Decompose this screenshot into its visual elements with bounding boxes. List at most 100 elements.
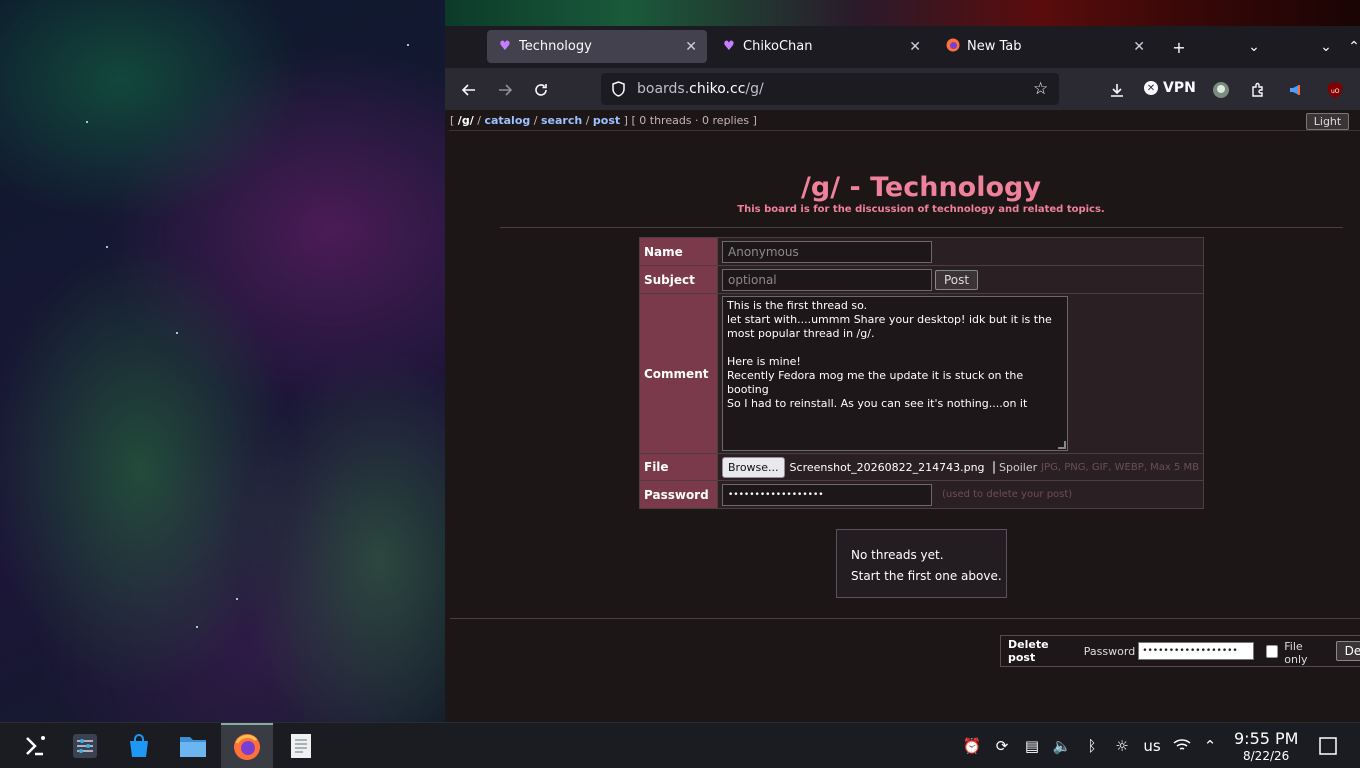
- show-desktop-icon[interactable]: [1318, 737, 1338, 759]
- extensions-button[interactable]: [1244, 76, 1272, 104]
- password-row: Password •••••••••••••••••• (used to del…: [640, 481, 1203, 508]
- download-icon: [1111, 84, 1123, 97]
- post-link[interactable]: post: [593, 114, 620, 127]
- clock-date[interactable]: 8/22/26: [1243, 749, 1289, 763]
- system-settings-app[interactable]: [59, 723, 111, 768]
- tab-technology[interactable]: ♥ Technology ✕: [487, 30, 707, 63]
- board-stats: [ 0 threads · 0 replies ]: [631, 114, 757, 127]
- close-icon[interactable]: ✕: [1133, 39, 1145, 55]
- ublock-shield-icon: uO: [1328, 82, 1342, 98]
- svg-text:uO: uO: [1331, 88, 1340, 95]
- close-icon[interactable]: ✕: [909, 39, 921, 55]
- divider: [449, 130, 1360, 131]
- settings-sliders-icon: [73, 734, 97, 758]
- file-label: File: [640, 454, 718, 480]
- discover-app[interactable]: [113, 723, 165, 768]
- file-hint: JPG, PNG, GIF, WEBP, Max 5 MB: [1041, 461, 1199, 473]
- theme-toggle-button[interactable]: Light: [1306, 113, 1349, 130]
- firefox-app[interactable]: [221, 723, 273, 768]
- alarm-icon[interactable]: ⏰: [962, 737, 982, 755]
- clipboard-icon[interactable]: ▤: [1022, 737, 1042, 755]
- back-button[interactable]: [455, 76, 483, 104]
- heart-icon: ♥: [499, 39, 511, 54]
- file-only-label: File only: [1284, 640, 1308, 666]
- password-input[interactable]: ••••••••••••••••••: [722, 483, 932, 506]
- close-icon[interactable]: ✕: [685, 39, 697, 55]
- new-tab-button[interactable]: +: [1166, 34, 1192, 60]
- catalog-link[interactable]: catalog: [484, 114, 530, 127]
- puzzle-icon: [1252, 82, 1263, 97]
- back-arrow-icon: [461, 84, 475, 96]
- empty-threads-line-1: No threads yet.: [851, 548, 944, 562]
- browse-button[interactable]: Browse...: [722, 456, 785, 478]
- ublock-origin-button[interactable]: uO: [1321, 76, 1349, 104]
- page-content: [ /g/ / catalog / search / post ] [ 0 th…: [445, 110, 1360, 722]
- delete-button[interactable]: Dele: [1335, 641, 1360, 661]
- wallpaper-top-strip: [445, 0, 1360, 26]
- name-label: Name: [640, 238, 718, 265]
- bookmark-star-icon[interactable]: ☆: [1033, 79, 1048, 99]
- downloads-button[interactable]: [1103, 76, 1131, 104]
- reload-button[interactable]: [527, 76, 555, 104]
- delete-password-input[interactable]: ••••••••••••••••••: [1138, 642, 1254, 660]
- wallpaper-star: [196, 626, 198, 628]
- tab-new-tab[interactable]: New Tab ✕: [935, 30, 1155, 63]
- wallpaper-star: [106, 246, 108, 248]
- current-board-link[interactable]: /g/: [458, 114, 474, 127]
- shopping-bag-icon: [130, 734, 148, 757]
- spoiler-checkbox[interactable]: [992, 460, 996, 474]
- show-hidden-icons-chevron[interactable]: ⌃: [1200, 737, 1220, 755]
- wallpaper-star: [176, 332, 178, 334]
- reload-icon: [535, 84, 547, 96]
- megaphone-icon: [1290, 85, 1300, 95]
- selected-file-name: Screenshot_20260822_214743.png: [789, 460, 985, 474]
- application-launcher[interactable]: [9, 723, 61, 768]
- tab-title: ChikoChan: [743, 39, 813, 54]
- comment-textarea[interactable]: This is the first thread so. let start w…: [722, 296, 1068, 451]
- bluetooth-icon[interactable]: ᛒ: [1082, 737, 1102, 755]
- spoiler-label: Spoiler: [999, 460, 1038, 474]
- file-only-checkbox[interactable]: [1265, 644, 1279, 658]
- firefox-icon: [945, 38, 961, 56]
- folder-icon: [180, 737, 206, 757]
- updates-icon[interactable]: ⟳: [992, 737, 1012, 755]
- comment-label: Comment: [640, 294, 718, 453]
- shield-icon[interactable]: [611, 81, 626, 100]
- url-text[interactable]: boards.chiko.cc/g/: [637, 81, 764, 97]
- wallpaper-star: [407, 44, 409, 46]
- minimize-button[interactable]: ⌄: [1313, 34, 1339, 60]
- delete-password-label: Password: [1083, 644, 1136, 658]
- post-button[interactable]: Post: [935, 269, 979, 290]
- wallpaper-star: [86, 121, 88, 123]
- tab-title: New Tab: [967, 39, 1022, 54]
- wifi-icon[interactable]: [1172, 737, 1192, 757]
- forward-arrow-icon: [499, 84, 513, 96]
- divider: [450, 618, 1360, 619]
- subject-input[interactable]: optional: [722, 268, 932, 291]
- maximize-button[interactable]: ⌃: [1341, 34, 1360, 60]
- taskbar: ⏰ ⟳ ▤ 🔈 ᛒ ☼ us ⌃ 9:55 PM 8/22/26: [0, 722, 1360, 768]
- vpn-button[interactable]: ✕ VPN: [1144, 80, 1196, 96]
- forward-button[interactable]: [491, 76, 519, 104]
- extension-avatar-button[interactable]: [1207, 76, 1235, 104]
- extension-button-2[interactable]: [1282, 76, 1310, 104]
- password-hint: (used to delete your post): [942, 489, 1073, 500]
- clock-time[interactable]: 9:55 PM: [1234, 729, 1298, 748]
- subject-label: Subject: [640, 266, 718, 293]
- list-all-tabs-button[interactable]: ⌄: [1241, 34, 1267, 60]
- keyboard-layout-indicator[interactable]: us: [1140, 737, 1164, 755]
- document-icon: [291, 734, 311, 758]
- brightness-icon[interactable]: ☼: [1112, 737, 1132, 755]
- launcher-icon: [26, 736, 45, 756]
- url-bar[interactable]: boards.chiko.cc/g/ ☆: [601, 73, 1059, 105]
- volume-icon[interactable]: 🔈: [1052, 737, 1072, 755]
- text-editor-app[interactable]: [275, 723, 327, 768]
- divider: [500, 227, 1343, 228]
- search-link[interactable]: search: [541, 114, 582, 127]
- password-label: Password: [640, 481, 718, 508]
- name-input[interactable]: Anonymous: [722, 240, 932, 263]
- tab-chikochan[interactable]: ♥ ChikoChan ✕: [711, 30, 931, 63]
- file-manager-app[interactable]: [167, 723, 219, 768]
- delete-post-title: Delete post: [1008, 638, 1049, 664]
- resize-handle-icon[interactable]: [1058, 441, 1066, 449]
